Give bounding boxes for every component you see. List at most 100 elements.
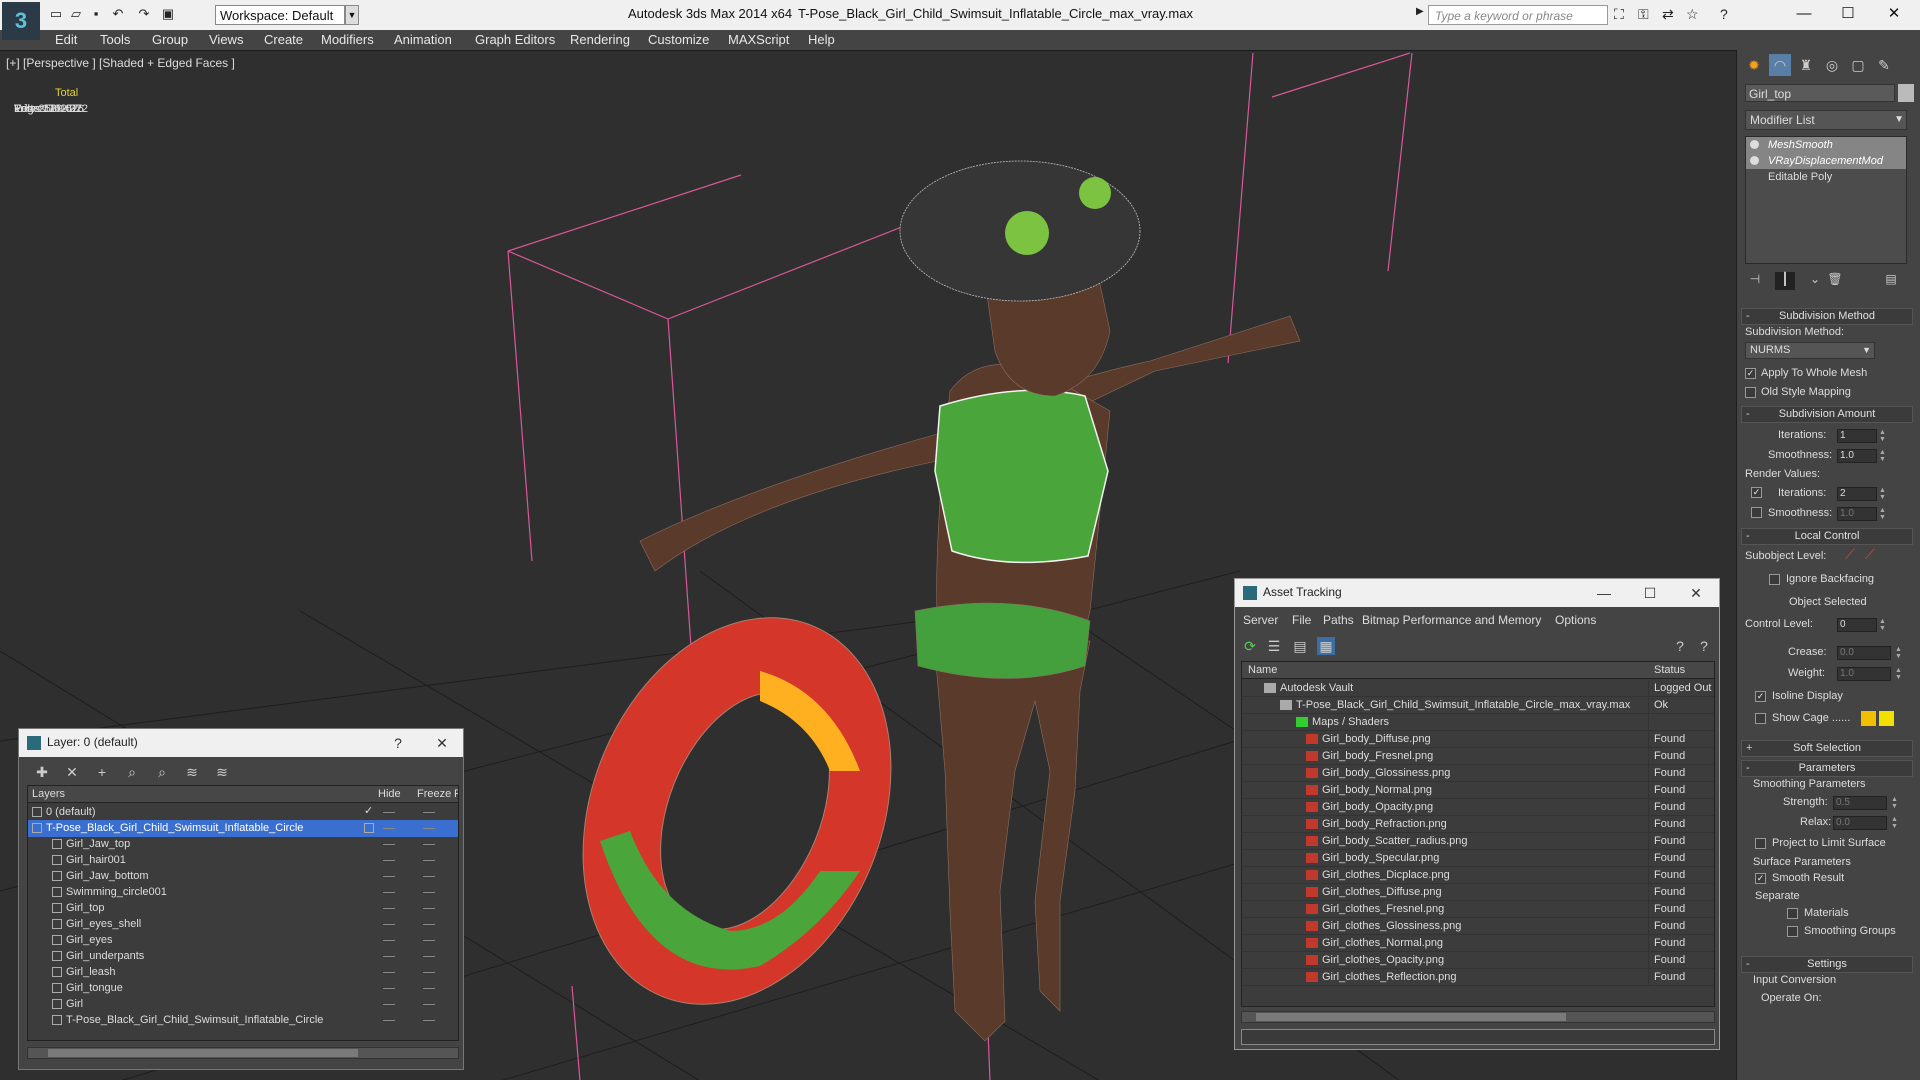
highlight-icon[interactable]: ⌕ [153, 763, 171, 781]
layer-close-button[interactable]: ✕ [431, 733, 453, 753]
freeze-toggle[interactable] [423, 1004, 435, 1005]
hide-toggle[interactable] [383, 1020, 395, 1021]
freeze-toggle[interactable] [423, 860, 435, 861]
menu-maxscript[interactable]: MAXScript [728, 32, 789, 47]
freeze-toggle[interactable] [423, 828, 435, 829]
menu-tools[interactable]: Tools [100, 32, 130, 47]
menu-help[interactable]: Help [808, 32, 835, 47]
asset-horizontal-scrollbar[interactable] [1241, 1011, 1715, 1023]
stack-item-meshsmooth[interactable]: MeshSmooth [1746, 137, 1906, 153]
add-icon[interactable]: + [93, 763, 111, 781]
project-icon[interactable]: ▣ [160, 6, 176, 22]
spinner-icon[interactable]: ▲ ▼ [1879, 618, 1887, 632]
hide-toggle[interactable] [383, 940, 395, 941]
hide-toggle[interactable] [383, 972, 395, 973]
layer-row[interactable]: Swimming_circle001 [28, 884, 458, 901]
layer-row[interactable]: Girl_top [28, 900, 458, 917]
col-name[interactable]: Name [1248, 664, 1277, 676]
render-iterations-checkbox[interactable]: ✓ [1751, 487, 1762, 498]
asset-row[interactable]: Girl_clothes_Dicplace.png Found [1242, 867, 1714, 884]
cage-selection-color-swatch[interactable] [1879, 711, 1894, 726]
asset-menu-bitmap[interactable]: Bitmap Performance and Memory [1362, 613, 1541, 627]
subdivision-method-select[interactable]: NURMS ▼ [1745, 342, 1875, 359]
asset-maximize-button[interactable]: ☐ [1639, 583, 1661, 603]
asset-row[interactable]: Girl_clothes_Glossiness.png Found [1242, 918, 1714, 935]
hide-toggle[interactable] [383, 924, 395, 925]
section-settings[interactable]: - Settings [1741, 956, 1913, 973]
control-level-field[interactable]: 0 [1837, 618, 1877, 632]
modifier-list-dropdown[interactable]: Modifier List ▼ [1745, 110, 1907, 130]
layer-row[interactable]: Girl_Jaw_top [28, 836, 458, 853]
col-layers[interactable]: Layers [32, 788, 65, 800]
edge-icon[interactable]: ⟋ [1865, 546, 1875, 563]
spinner-icon[interactable]: ▲ ▼ [1879, 449, 1887, 463]
help-icon[interactable]: ? [1695, 637, 1713, 655]
smoothness-field[interactable]: 1.0 [1837, 449, 1877, 463]
col-status[interactable]: Status [1654, 664, 1685, 676]
hide-toggle[interactable] [383, 844, 395, 845]
asset-close-button[interactable]: ✕ [1685, 583, 1707, 603]
asset-menu-server[interactable]: Server [1243, 613, 1278, 627]
spinner-icon[interactable]: ▲ ▼ [1891, 796, 1899, 810]
select-icon[interactable]: ⌕ [123, 763, 141, 781]
freeze-all-icon[interactable]: ≋ [213, 763, 231, 781]
minimize-button[interactable]: — [1784, 3, 1824, 25]
project-limit-checkbox[interactable] [1755, 838, 1766, 849]
vertex-icon[interactable]: ⟋ [1845, 546, 1855, 563]
redo-icon[interactable]: ↷ [136, 6, 152, 22]
hide-toggle[interactable] [383, 860, 395, 861]
freeze-toggle[interactable] [423, 988, 435, 989]
key-icon[interactable]: ⚿ [1638, 6, 1649, 23]
freeze-toggle[interactable] [423, 924, 435, 925]
save-icon[interactable]: ▪ [88, 6, 104, 22]
relax-field[interactable]: 0.0 [1833, 816, 1887, 830]
hide-toggle[interactable] [383, 828, 395, 829]
caret-right-icon[interactable]: ▶ [1416, 6, 1424, 17]
layer-row[interactable]: T-Pose_Black_Girl_Child_Swimsuit_Inflata… [28, 820, 458, 837]
stack-item-editable-poly[interactable]: Editable Poly [1746, 169, 1906, 185]
scroll-thumb[interactable] [48, 1049, 358, 1057]
spinner-icon[interactable]: ▲ ▼ [1879, 487, 1887, 501]
new-layer-icon[interactable]: ✚ [33, 763, 51, 781]
hide-all-icon[interactable]: ≋ [183, 763, 201, 781]
spinner-icon[interactable]: ▲ ▼ [1879, 429, 1887, 443]
render-smoothness-checkbox[interactable] [1751, 507, 1762, 518]
spinner-icon[interactable]: ▲ ▼ [1895, 646, 1903, 660]
active-layer-check-icon[interactable]: ✓ [364, 804, 373, 817]
section-local-control[interactable]: - Local Control [1741, 528, 1913, 545]
freeze-toggle[interactable] [423, 812, 435, 813]
asset-row[interactable]: Girl_body_Specular.png Found [1242, 850, 1714, 867]
smooth-result-checkbox[interactable]: ✓ [1755, 873, 1766, 884]
refresh-icon[interactable]: ⟳ [1241, 637, 1259, 655]
menu-graph-editors[interactable]: Graph Editors [475, 32, 555, 47]
configure-sets-icon[interactable]: ▤ [1881, 272, 1901, 290]
table-view-icon[interactable]: ▦ [1317, 637, 1335, 655]
make-unique-icon[interactable]: ⌄ [1805, 272, 1825, 290]
spinner-icon[interactable]: ▲ ▼ [1895, 667, 1903, 681]
layer-row[interactable]: 0 (default) ✓ [28, 804, 458, 821]
freeze-toggle[interactable] [423, 876, 435, 877]
hide-toggle[interactable] [383, 1004, 395, 1005]
list-view-icon[interactable]: ☰ [1265, 637, 1283, 655]
modify-tab-icon[interactable]: ◠ [1769, 54, 1791, 76]
freeze-toggle[interactable] [423, 940, 435, 941]
lightbulb-icon[interactable] [1750, 156, 1759, 165]
motion-tab-icon[interactable]: ◎ [1821, 54, 1843, 76]
menu-modifiers[interactable]: Modifiers [321, 32, 374, 47]
object-name-field[interactable]: Girl_top [1745, 84, 1895, 102]
menu-views[interactable]: Views [209, 32, 243, 47]
materials-checkbox[interactable] [1787, 908, 1798, 919]
remove-modifier-icon[interactable]: 🗑 [1825, 272, 1845, 290]
old-style-mapping-checkbox[interactable] [1745, 387, 1756, 398]
create-tab-icon[interactable]: ✹ [1743, 54, 1765, 76]
close-button[interactable]: ✕ [1874, 3, 1914, 25]
viewport-label[interactable]: [+] [Perspective ] [Shaded + Edged Faces… [6, 56, 235, 70]
layer-horizontal-scrollbar[interactable] [27, 1047, 459, 1059]
asset-row[interactable]: Girl_body_Normal.png Found [1242, 782, 1714, 799]
render-smoothness-field[interactable]: 1.0 [1837, 507, 1877, 521]
spinner-icon[interactable]: ▲ ▼ [1891, 816, 1899, 830]
layer-row[interactable]: Girl_leash [28, 964, 458, 981]
freeze-toggle[interactable] [423, 1020, 435, 1021]
asset-row[interactable]: Girl_body_Diffuse.png Found [1242, 731, 1714, 748]
asset-minimize-button[interactable]: — [1593, 583, 1615, 603]
